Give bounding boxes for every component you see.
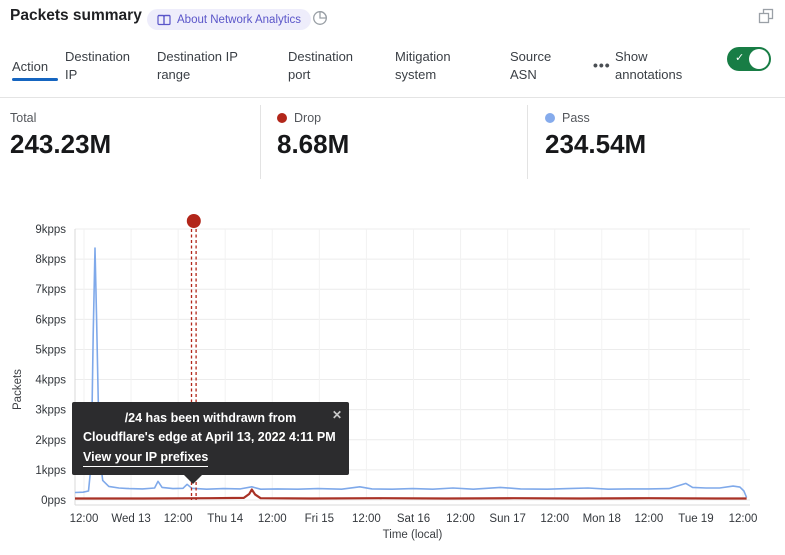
- tooltip-text-line1: /24 has been withdrawn from: [83, 409, 338, 428]
- divider: [260, 105, 261, 179]
- annotation-tooltip: /24 has been withdrawn from Cloudflare's…: [72, 402, 349, 475]
- stat-drop-label: Drop: [294, 111, 321, 125]
- x-tick-label: 12:00: [446, 513, 475, 525]
- y-tick-label: 3kpps: [35, 405, 66, 417]
- pass-legend-dot: [545, 113, 555, 123]
- show-annotations-label: Show annotations: [615, 48, 705, 85]
- popout-icon[interactable]: [758, 8, 775, 25]
- close-icon[interactable]: ✕: [332, 406, 342, 424]
- toggle-knob: [749, 49, 769, 69]
- y-axis-label: Packets: [12, 369, 24, 410]
- y-tick-label: 0pps: [41, 495, 66, 507]
- about-badge-label: About Network Analytics: [177, 14, 301, 26]
- x-axis-label: Time (local): [75, 529, 750, 541]
- check-icon: ✓: [735, 51, 744, 67]
- x-tick-label: 12:00: [258, 513, 287, 525]
- stat-total-label: Total: [10, 111, 36, 125]
- y-tick-label: 8kpps: [35, 254, 66, 266]
- stat-pass-value: 234.54M: [545, 129, 646, 160]
- y-tick-label: 1kpps: [35, 465, 66, 477]
- x-tick-label: 12:00: [634, 513, 663, 525]
- y-tick-label: 9kpps: [35, 224, 66, 236]
- show-annotations-toggle[interactable]: ✓: [727, 47, 771, 71]
- x-tick-label: Sun 17: [489, 513, 525, 525]
- tab-source-asn[interactable]: Source ASN: [510, 48, 570, 85]
- tooltip-text-line2: Cloudflare's edge at April 13, 2022 4:11…: [83, 428, 338, 447]
- x-tick-label: 12:00: [729, 513, 758, 525]
- x-tick-label: 12:00: [352, 513, 381, 525]
- tab-destination-port[interactable]: Destination port: [288, 48, 372, 85]
- packets-summary-panel: Packets summary About Network Analytics …: [0, 0, 785, 555]
- annotation-marker[interactable]: [187, 214, 201, 228]
- more-tabs-button[interactable]: •••: [593, 56, 611, 76]
- x-tick-label: 12:00: [540, 513, 569, 525]
- x-tick-label: Thu 14: [207, 513, 243, 525]
- packets-chart[interactable]: 0pps 1kpps 2kpps 3kpps 4kpps 5kpps 6kpps 7kpps 8…: [0, 195, 785, 555]
- about-network-analytics-badge[interactable]: About Network Analytics: [147, 9, 311, 30]
- y-tick-label: 4kpps: [35, 375, 66, 387]
- y-tick-label: 7kpps: [35, 284, 66, 296]
- x-tick-label: Mon 18: [583, 513, 621, 525]
- stat-total-value: 243.23M: [10, 129, 111, 160]
- tooltip-caret: [184, 475, 202, 484]
- x-tick-label: Tue 19: [678, 513, 713, 525]
- x-tick-label: Fri 15: [305, 513, 334, 525]
- x-tick-label: Wed 13: [111, 513, 150, 525]
- tab-destination-ip-range[interactable]: Destination IP range: [157, 48, 255, 85]
- view-ip-prefixes-link[interactable]: View your IP prefixes: [83, 448, 208, 468]
- tab-destination-ip[interactable]: Destination IP: [65, 48, 141, 85]
- dimension-tabs: Action Destination IP Destination IP ran…: [0, 44, 785, 98]
- book-icon: [157, 14, 171, 26]
- stats-row: Total 243.23M Drop 8.68M Pass 234.54M: [0, 97, 785, 185]
- tab-mitigation-system[interactable]: Mitigation system: [395, 48, 477, 85]
- tab-action[interactable]: Action: [12, 58, 48, 76]
- y-tick-label: 2kpps: [35, 435, 66, 447]
- page-title: Packets summary: [10, 7, 142, 25]
- drop-legend-dot: [277, 113, 287, 123]
- stat-drop-value: 8.68M: [277, 129, 349, 160]
- x-tick-label: 12:00: [70, 513, 99, 525]
- x-tick-label: Sat 16: [397, 513, 430, 525]
- y-tick-label: 6kpps: [35, 314, 66, 326]
- divider: [527, 105, 528, 179]
- drop-line: [75, 490, 747, 499]
- time-period-icon[interactable]: [312, 10, 328, 26]
- y-tick-label: 5kpps: [35, 344, 66, 356]
- x-tick-label: 12:00: [164, 513, 193, 525]
- stat-pass-label: Pass: [562, 111, 590, 125]
- active-tab-underline: [12, 78, 58, 81]
